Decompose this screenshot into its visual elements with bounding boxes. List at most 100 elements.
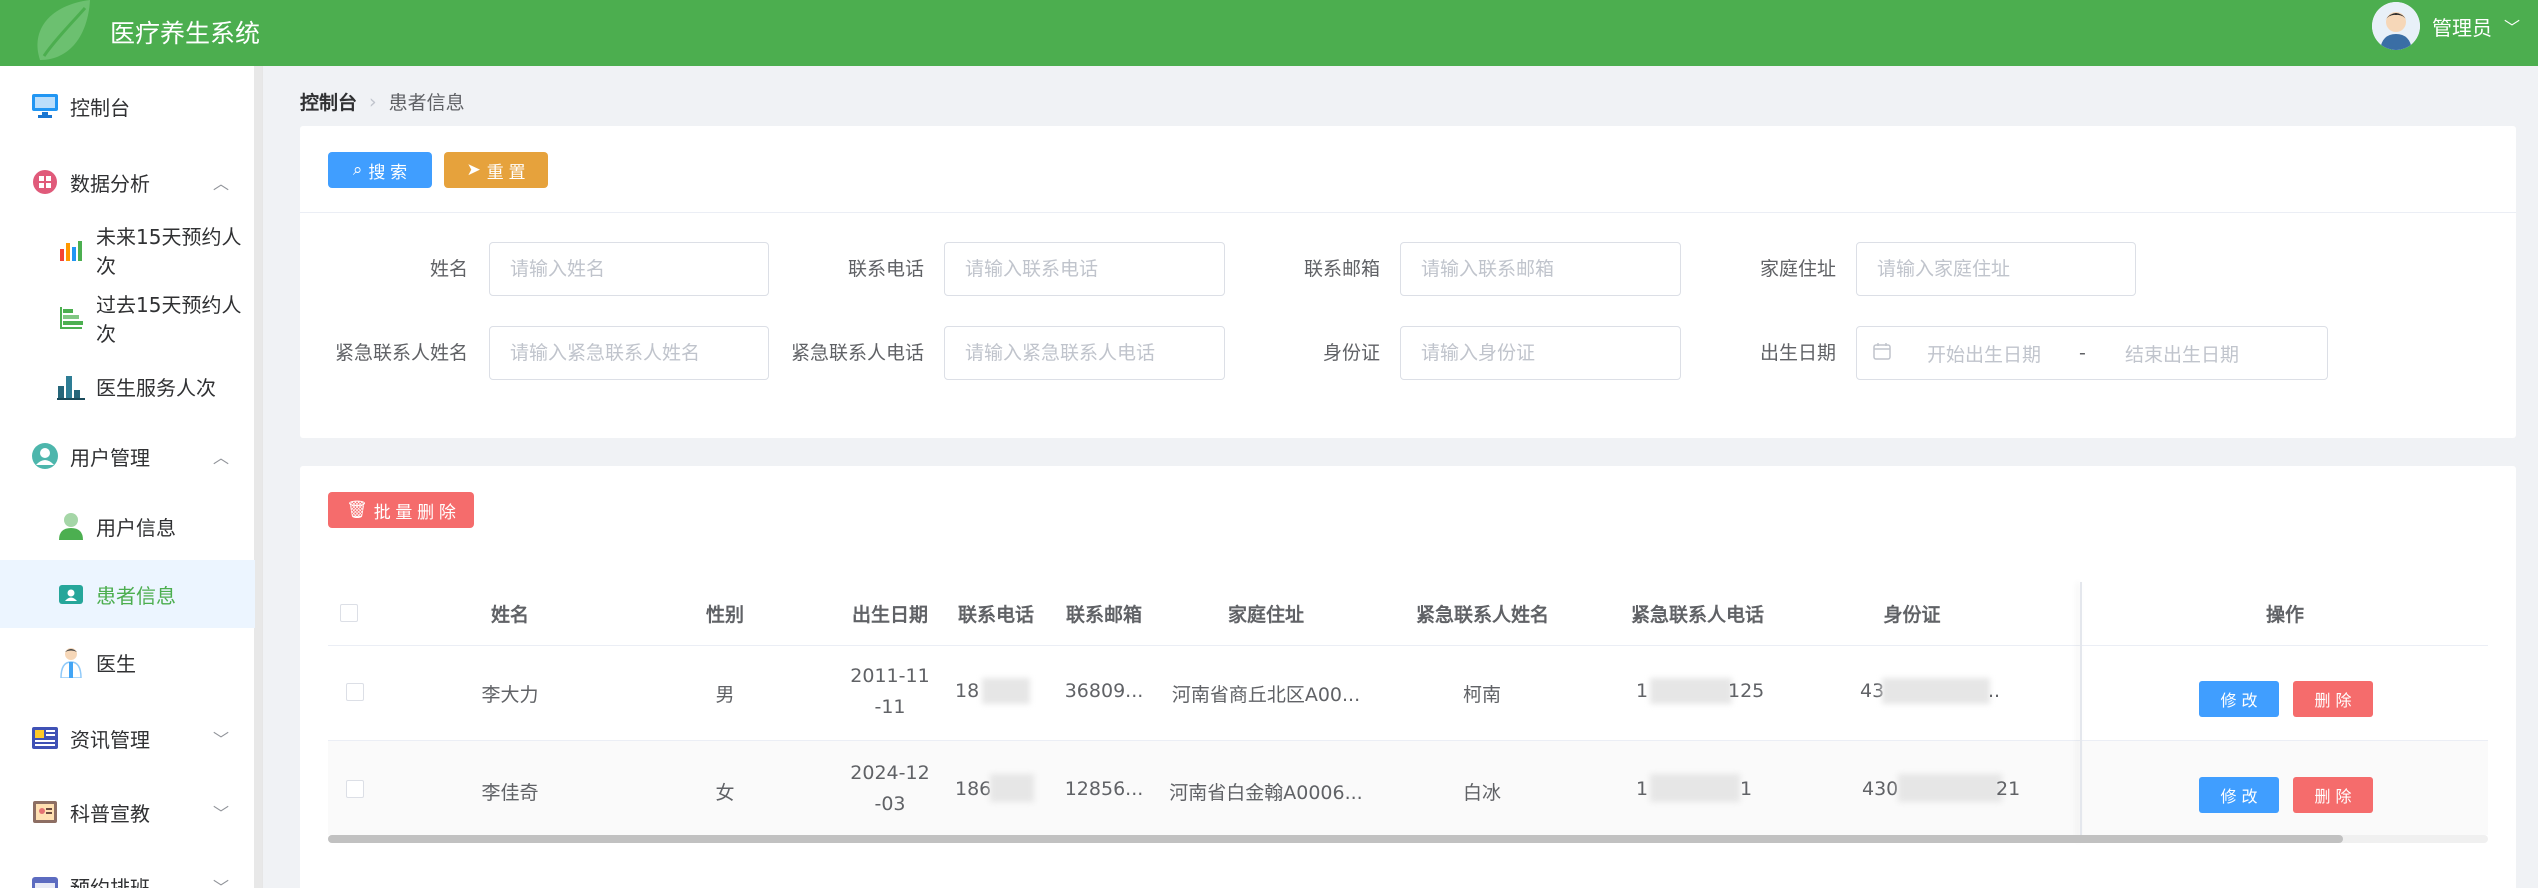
chevron-down-icon[interactable]: ﹀ <box>2504 14 2520 38</box>
sidebar-item-future-bookings[interactable]: 未来15天预约人次 <box>0 216 255 284</box>
divider <box>300 212 2516 213</box>
app-title: 医疗养生系统 <box>110 19 261 48</box>
redacted-id-card <box>1882 678 1990 704</box>
user-name[interactable]: 管理员 <box>2432 12 2492 41</box>
reset-button[interactable]: ➤ 重 置 <box>444 152 548 188</box>
sidebar-item-label: 科普宣教 <box>70 801 150 826</box>
column-header-birth-date: 出生日期 <box>851 604 928 626</box>
chevron-down-icon: ﹀ <box>212 730 229 749</box>
delete-button[interactable]: 删 除 <box>2293 681 2373 717</box>
breadcrumb: 控制台 › 患者信息 <box>300 88 465 115</box>
column-header-id-card: 身份证 <box>1883 604 1941 626</box>
breadcrumb-separator-icon: › <box>369 90 377 113</box>
person-icon <box>56 511 86 541</box>
select-all-checkbox[interactable] <box>340 604 358 622</box>
birth-date-range-picker[interactable]: 开始出生日期 - 结束出生日期 <box>1856 326 2328 380</box>
sidebar-item-label: 预约排班 <box>70 875 150 888</box>
batch-delete-button[interactable]: 🗑 批 量 删 除 <box>328 492 474 528</box>
end-date-input[interactable]: 结束出生日期 <box>2125 340 2239 367</box>
grid-icon <box>30 167 60 197</box>
calendar-icon <box>1873 342 1891 365</box>
column-header-phone: 联系电话 <box>957 604 1034 626</box>
sidebar-item-label: 未来15天预约人次 <box>96 225 242 278</box>
leaf-logo-icon <box>37 0 90 60</box>
range-separator: - <box>2079 342 2086 364</box>
sidebar-item-appointment-schedule[interactable]: 预约排班 ﹀ <box>0 852 255 888</box>
sidebar-scrollbar[interactable] <box>254 66 262 888</box>
cell-id-card-tail: .. <box>1988 680 2001 702</box>
sidebar-item-news-management[interactable]: 资讯管理 ﹀ <box>0 704 255 772</box>
column-header-emergency-name: 紧急联系人姓名 <box>1415 604 1549 626</box>
search-panel: ⌕ 搜 索 ➤ 重 置 姓名 联系电话 联系邮箱 家庭住址 紧急联系人姓名 紧急… <box>300 126 2516 438</box>
trash-icon: 🗑 <box>346 500 368 519</box>
avatar[interactable] <box>2371 2 2420 50</box>
sidebar-item-user-management[interactable]: 用户管理 ︿ <box>0 422 255 490</box>
emergency-phone-label: 紧急联系人电话 <box>790 342 924 364</box>
cell-id-card: 430 <box>1862 778 1899 800</box>
sidebar-item-label: 医生服务人次 <box>96 375 216 400</box>
sidebar-item-label: 患者信息 <box>96 583 176 608</box>
cell-gender: 女 <box>715 782 735 804</box>
chevron-down-icon: ﹀ <box>212 878 229 888</box>
emergency-phone-input[interactable] <box>944 326 1225 380</box>
phone-input[interactable] <box>944 242 1225 296</box>
start-date-input[interactable]: 开始出生日期 <box>1927 340 2041 367</box>
sidebar-item-doctor-service[interactable]: 医生服务人次 <box>0 352 255 420</box>
cell-id-card-tail: 21 <box>1996 778 2021 800</box>
sidebar-item-user-info[interactable]: 用户信息 <box>0 492 255 560</box>
breadcrumb-home[interactable]: 控制台 <box>300 88 357 115</box>
column-header-actions: 操作 <box>2265 604 2304 626</box>
top-header: 医疗养生系统 管理员 ﹀ <box>0 0 2538 66</box>
id-card-label: 身份证 <box>1322 342 1380 364</box>
user-menu[interactable]: 管理员 ﹀ <box>2371 0 2520 52</box>
sidebar-item-label: 用户信息 <box>96 515 176 540</box>
scrollbar-thumb[interactable] <box>328 835 2343 843</box>
email-input[interactable] <box>1400 242 1681 296</box>
column-header-emergency-phone: 紧急联系人电话 <box>1630 604 1764 626</box>
search-icon: ⌕ <box>352 160 363 179</box>
sidebar-item-label: 医生 <box>96 651 136 676</box>
emergency-name-input[interactable] <box>489 326 769 380</box>
id-card-input[interactable] <box>1400 326 1681 380</box>
cell-phone: 186 <box>955 778 992 800</box>
address-label: 家庭住址 <box>1759 258 1836 280</box>
column-header-name: 姓名 <box>490 604 529 626</box>
cell-birth-date-cont: -11 <box>874 696 906 718</box>
search-button[interactable]: ⌕ 搜 索 <box>328 152 432 188</box>
emergency-name-label: 紧急联系人姓名 <box>334 342 468 364</box>
fixed-column-divider <box>2080 582 2082 842</box>
sidebar-item-label: 控制台 <box>70 95 130 120</box>
delete-button[interactable]: 删 除 <box>2293 777 2373 813</box>
redacted-id-card <box>1898 774 2002 802</box>
table-divider <box>328 645 2488 646</box>
sidebar: 控制台 数据分析 ︿ 未来15天预约人次 过去15天预约人次 医生服务人次 用户… <box>0 66 263 888</box>
news-icon <box>30 723 60 753</box>
cell-name: 李大力 <box>481 684 539 706</box>
sidebar-item-label: 数据分析 <box>70 171 150 196</box>
cell-emergency-phone-tail: 1 <box>1740 778 1753 800</box>
chevron-up-icon: ︿ <box>212 448 229 467</box>
address-input[interactable] <box>1856 242 2136 296</box>
cell-email: 12856... <box>1064 778 1144 800</box>
sidebar-item-dashboard[interactable]: 控制台 <box>0 72 255 140</box>
redacted-emergency-phone <box>1650 678 1732 704</box>
row-checkbox[interactable] <box>346 683 364 701</box>
name-input[interactable] <box>489 242 769 296</box>
cell-address: 河南省白金翰A0006... <box>1169 782 1363 804</box>
chevron-up-icon: ︿ <box>212 174 229 193</box>
cell-birth-date: 2011-11 <box>850 665 930 687</box>
email-label: 联系邮箱 <box>1303 258 1380 280</box>
sidebar-item-label: 用户管理 <box>70 445 150 470</box>
sidebar-item-doctor[interactable]: 医生 <box>0 628 255 696</box>
sidebar-item-past-bookings[interactable]: 过去15天预约人次 <box>0 284 255 352</box>
cell-address: 河南省商丘北区A00... <box>1171 684 1361 706</box>
edit-button[interactable]: 修 改 <box>2199 777 2279 813</box>
sidebar-item-data-analysis[interactable]: 数据分析 ︿ <box>0 148 255 216</box>
doctor-icon <box>56 647 86 678</box>
table-horizontal-scrollbar[interactable] <box>328 835 2488 843</box>
edit-button[interactable]: 修 改 <box>2199 681 2279 717</box>
sidebar-item-science-education[interactable]: 科普宣教 ﹀ <box>0 778 255 846</box>
row-checkbox[interactable] <box>346 780 364 798</box>
breadcrumb-current: 患者信息 <box>388 92 465 114</box>
sidebar-item-patient-info[interactable]: 患者信息 <box>0 560 255 628</box>
